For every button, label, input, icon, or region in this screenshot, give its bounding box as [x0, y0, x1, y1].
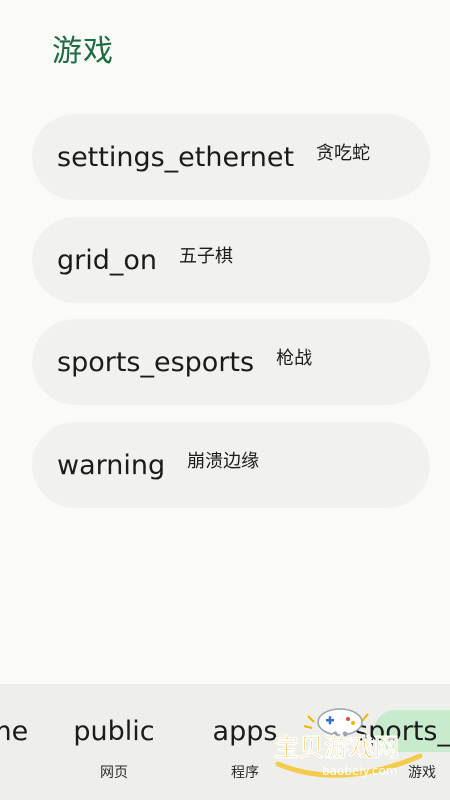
nav-item-games[interactable]: sports_esports 游戏 — [354, 684, 450, 800]
apps-icon: apps — [212, 716, 278, 747]
nav-label: 程序 — [231, 765, 259, 781]
sports-esports-icon: sports_esports — [57, 346, 255, 378]
sports-esports-icon: sports_esports — [354, 716, 450, 747]
page-title: 游戏 — [52, 34, 114, 69]
bottom-navigation: home public 网页 apps 程序 sports_esports 游戏 — [0, 684, 450, 800]
game-item-crash[interactable]: warning 崩溃边缘 — [32, 422, 430, 508]
game-item-gomoku[interactable]: grid_on 五子棋 — [32, 217, 430, 303]
warning-icon: warning — [57, 449, 166, 481]
nav-item-web[interactable]: public 网页 — [46, 684, 182, 800]
nav-item-apps[interactable]: apps 程序 — [177, 684, 313, 800]
game-label: 枪战 — [276, 348, 313, 369]
game-label: 崩溃边缘 — [187, 451, 260, 472]
game-label: 五子棋 — [179, 246, 234, 267]
game-item-shooter[interactable]: sports_esports 枪战 — [32, 319, 430, 405]
nav-label: 游戏 — [408, 765, 436, 781]
game-label: 贪吃蛇 — [316, 143, 371, 164]
public-icon: public — [73, 716, 155, 747]
game-item-snake[interactable]: settings_ethernet 贪吃蛇 — [32, 114, 430, 200]
nav-label: 网页 — [100, 765, 128, 781]
grid-on-icon: grid_on — [57, 244, 158, 276]
settings-ethernet-icon: settings_ethernet — [57, 141, 295, 173]
